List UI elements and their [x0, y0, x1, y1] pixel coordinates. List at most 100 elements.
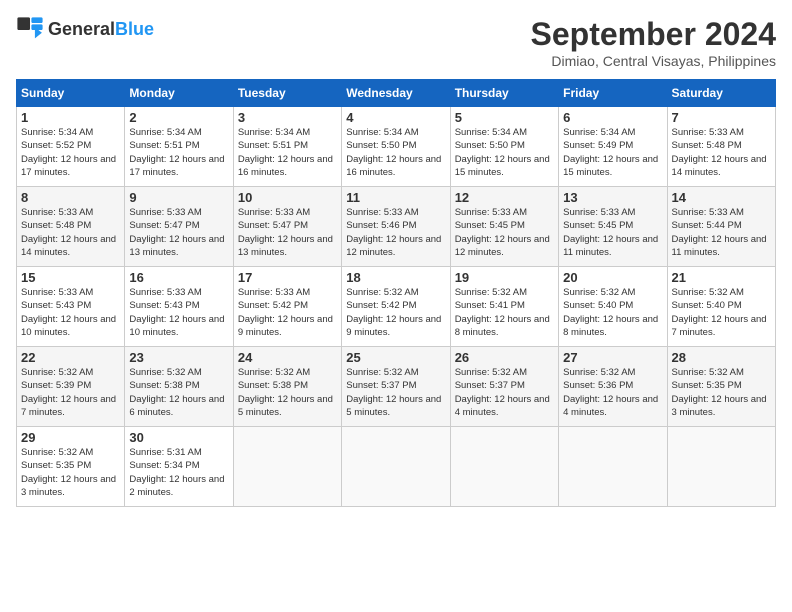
day-info: Sunrise: 5:33 AM Sunset: 5:48 PM Dayligh… [21, 206, 120, 259]
day-info: Sunrise: 5:34 AM Sunset: 5:51 PM Dayligh… [129, 126, 228, 179]
day-info: Sunrise: 5:32 AM Sunset: 5:42 PM Dayligh… [346, 286, 445, 339]
calendar-cell [450, 427, 558, 507]
calendar-cell [559, 427, 667, 507]
day-info: Sunrise: 5:33 AM Sunset: 5:45 PM Dayligh… [455, 206, 554, 259]
day-info: Sunrise: 5:33 AM Sunset: 5:47 PM Dayligh… [129, 206, 228, 259]
day-number: 19 [455, 270, 554, 285]
day-info: Sunrise: 5:32 AM Sunset: 5:37 PM Dayligh… [346, 366, 445, 419]
day-info: Sunrise: 5:32 AM Sunset: 5:37 PM Dayligh… [455, 366, 554, 419]
location-subtitle: Dimiao, Central Visayas, Philippines [531, 53, 776, 69]
day-info: Sunrise: 5:32 AM Sunset: 5:41 PM Dayligh… [455, 286, 554, 339]
calendar-cell: 1 Sunrise: 5:34 AM Sunset: 5:52 PM Dayli… [17, 107, 125, 187]
calendar-cell: 21 Sunrise: 5:32 AM Sunset: 5:40 PM Dayl… [667, 267, 775, 347]
calendar-week-row: 15 Sunrise: 5:33 AM Sunset: 5:43 PM Dayl… [17, 267, 776, 347]
day-number: 24 [238, 350, 337, 365]
col-tuesday: Tuesday [233, 80, 341, 107]
calendar-header-row: Sunday Monday Tuesday Wednesday Thursday… [17, 80, 776, 107]
day-number: 20 [563, 270, 662, 285]
calendar-week-row: 8 Sunrise: 5:33 AM Sunset: 5:48 PM Dayli… [17, 187, 776, 267]
day-number: 2 [129, 110, 228, 125]
title-section: September 2024 Dimiao, Central Visayas, … [531, 16, 776, 69]
day-number: 23 [129, 350, 228, 365]
calendar-cell: 2 Sunrise: 5:34 AM Sunset: 5:51 PM Dayli… [125, 107, 233, 187]
day-info: Sunrise: 5:32 AM Sunset: 5:40 PM Dayligh… [563, 286, 662, 339]
calendar-cell: 18 Sunrise: 5:32 AM Sunset: 5:42 PM Dayl… [342, 267, 450, 347]
day-info: Sunrise: 5:33 AM Sunset: 5:45 PM Dayligh… [563, 206, 662, 259]
calendar-cell: 25 Sunrise: 5:32 AM Sunset: 5:37 PM Dayl… [342, 347, 450, 427]
day-info: Sunrise: 5:32 AM Sunset: 5:38 PM Dayligh… [129, 366, 228, 419]
calendar-week-row: 29 Sunrise: 5:32 AM Sunset: 5:35 PM Dayl… [17, 427, 776, 507]
day-number: 10 [238, 190, 337, 205]
calendar-week-row: 22 Sunrise: 5:32 AM Sunset: 5:39 PM Dayl… [17, 347, 776, 427]
month-title: September 2024 [531, 16, 776, 53]
calendar-cell: 29 Sunrise: 5:32 AM Sunset: 5:35 PM Dayl… [17, 427, 125, 507]
calendar-cell: 19 Sunrise: 5:32 AM Sunset: 5:41 PM Dayl… [450, 267, 558, 347]
calendar-cell: 24 Sunrise: 5:32 AM Sunset: 5:38 PM Dayl… [233, 347, 341, 427]
day-info: Sunrise: 5:34 AM Sunset: 5:51 PM Dayligh… [238, 126, 337, 179]
day-number: 29 [21, 430, 120, 445]
day-number: 16 [129, 270, 228, 285]
calendar-cell: 7 Sunrise: 5:33 AM Sunset: 5:48 PM Dayli… [667, 107, 775, 187]
calendar-cell: 9 Sunrise: 5:33 AM Sunset: 5:47 PM Dayli… [125, 187, 233, 267]
day-info: Sunrise: 5:34 AM Sunset: 5:52 PM Dayligh… [21, 126, 120, 179]
day-info: Sunrise: 5:32 AM Sunset: 5:35 PM Dayligh… [672, 366, 771, 419]
col-wednesday: Wednesday [342, 80, 450, 107]
day-number: 14 [672, 190, 771, 205]
calendar-cell: 6 Sunrise: 5:34 AM Sunset: 5:49 PM Dayli… [559, 107, 667, 187]
day-number: 9 [129, 190, 228, 205]
day-number: 28 [672, 350, 771, 365]
day-info: Sunrise: 5:32 AM Sunset: 5:36 PM Dayligh… [563, 366, 662, 419]
calendar-cell: 28 Sunrise: 5:32 AM Sunset: 5:35 PM Dayl… [667, 347, 775, 427]
day-info: Sunrise: 5:33 AM Sunset: 5:42 PM Dayligh… [238, 286, 337, 339]
day-info: Sunrise: 5:31 AM Sunset: 5:34 PM Dayligh… [129, 446, 228, 499]
day-info: Sunrise: 5:33 AM Sunset: 5:43 PM Dayligh… [129, 286, 228, 339]
day-number: 25 [346, 350, 445, 365]
day-number: 26 [455, 350, 554, 365]
day-number: 13 [563, 190, 662, 205]
day-number: 3 [238, 110, 337, 125]
day-info: Sunrise: 5:32 AM Sunset: 5:35 PM Dayligh… [21, 446, 120, 499]
col-sunday: Sunday [17, 80, 125, 107]
day-info: Sunrise: 5:32 AM Sunset: 5:40 PM Dayligh… [672, 286, 771, 339]
calendar-cell: 27 Sunrise: 5:32 AM Sunset: 5:36 PM Dayl… [559, 347, 667, 427]
calendar-cell: 13 Sunrise: 5:33 AM Sunset: 5:45 PM Dayl… [559, 187, 667, 267]
col-monday: Monday [125, 80, 233, 107]
calendar-cell: 3 Sunrise: 5:34 AM Sunset: 5:51 PM Dayli… [233, 107, 341, 187]
day-number: 15 [21, 270, 120, 285]
calendar-cell: 15 Sunrise: 5:33 AM Sunset: 5:43 PM Dayl… [17, 267, 125, 347]
day-number: 17 [238, 270, 337, 285]
calendar-cell: 11 Sunrise: 5:33 AM Sunset: 5:46 PM Dayl… [342, 187, 450, 267]
day-number: 11 [346, 190, 445, 205]
calendar-cell: 4 Sunrise: 5:34 AM Sunset: 5:50 PM Dayli… [342, 107, 450, 187]
logo-text: GeneralBlue [48, 20, 154, 40]
logo: GeneralBlue [16, 16, 154, 44]
calendar-cell: 12 Sunrise: 5:33 AM Sunset: 5:45 PM Dayl… [450, 187, 558, 267]
col-friday: Friday [559, 80, 667, 107]
day-number: 12 [455, 190, 554, 205]
day-number: 27 [563, 350, 662, 365]
day-info: Sunrise: 5:33 AM Sunset: 5:47 PM Dayligh… [238, 206, 337, 259]
day-number: 7 [672, 110, 771, 125]
day-info: Sunrise: 5:34 AM Sunset: 5:50 PM Dayligh… [346, 126, 445, 179]
day-info: Sunrise: 5:33 AM Sunset: 5:43 PM Dayligh… [21, 286, 120, 339]
day-number: 4 [346, 110, 445, 125]
calendar-week-row: 1 Sunrise: 5:34 AM Sunset: 5:52 PM Dayli… [17, 107, 776, 187]
day-info: Sunrise: 5:32 AM Sunset: 5:38 PM Dayligh… [238, 366, 337, 419]
day-info: Sunrise: 5:33 AM Sunset: 5:48 PM Dayligh… [672, 126, 771, 179]
day-info: Sunrise: 5:33 AM Sunset: 5:46 PM Dayligh… [346, 206, 445, 259]
calendar-cell: 30 Sunrise: 5:31 AM Sunset: 5:34 PM Dayl… [125, 427, 233, 507]
calendar-cell: 22 Sunrise: 5:32 AM Sunset: 5:39 PM Dayl… [17, 347, 125, 427]
day-info: Sunrise: 5:33 AM Sunset: 5:44 PM Dayligh… [672, 206, 771, 259]
day-number: 5 [455, 110, 554, 125]
calendar-cell: 16 Sunrise: 5:33 AM Sunset: 5:43 PM Dayl… [125, 267, 233, 347]
col-saturday: Saturday [667, 80, 775, 107]
calendar-cell: 17 Sunrise: 5:33 AM Sunset: 5:42 PM Dayl… [233, 267, 341, 347]
day-number: 8 [21, 190, 120, 205]
day-info: Sunrise: 5:34 AM Sunset: 5:50 PM Dayligh… [455, 126, 554, 179]
page-header: GeneralBlue September 2024 Dimiao, Centr… [16, 16, 776, 69]
calendar-cell: 20 Sunrise: 5:32 AM Sunset: 5:40 PM Dayl… [559, 267, 667, 347]
calendar-cell: 23 Sunrise: 5:32 AM Sunset: 5:38 PM Dayl… [125, 347, 233, 427]
calendar-cell: 8 Sunrise: 5:33 AM Sunset: 5:48 PM Dayli… [17, 187, 125, 267]
day-number: 18 [346, 270, 445, 285]
day-number: 21 [672, 270, 771, 285]
